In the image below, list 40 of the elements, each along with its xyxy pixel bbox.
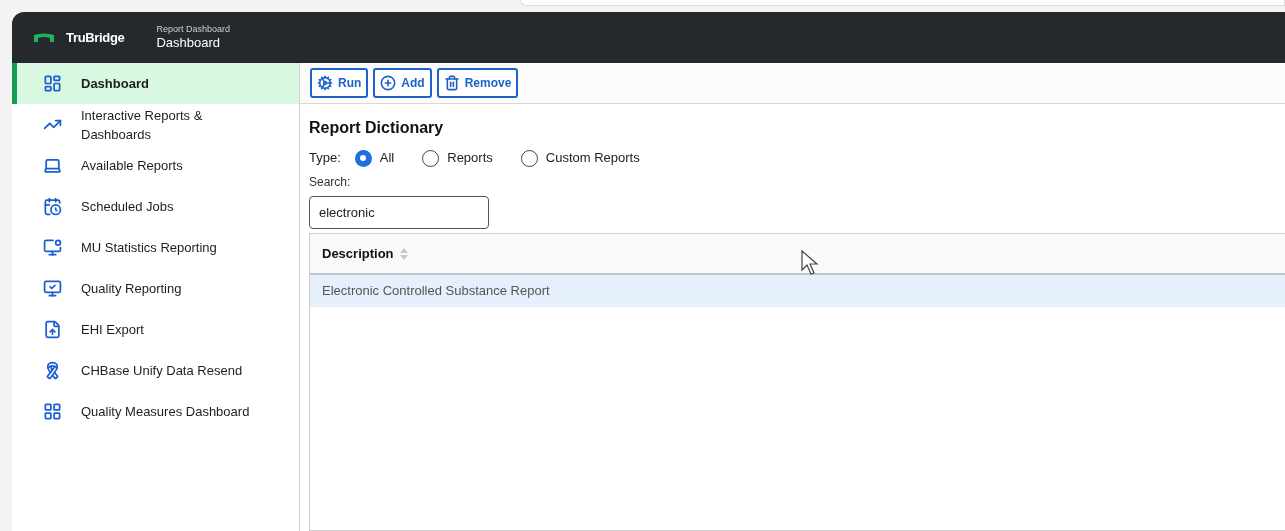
page-title: Dashboard xyxy=(156,35,222,52)
sidebar-item[interactable]: Dashboard xyxy=(12,63,299,104)
table-row[interactable]: Electronic Controlled Substance Report xyxy=(310,275,1285,307)
radio-button[interactable] xyxy=(422,149,440,167)
type-label: Type: xyxy=(309,149,341,168)
trash-icon xyxy=(443,75,460,91)
sidebar-item[interactable]: Interactive Reports & Dashboards xyxy=(12,104,299,145)
grid-icon xyxy=(43,402,62,421)
clock-icon xyxy=(43,197,62,216)
table-cell-text: Electronic Controlled Substance Report xyxy=(322,282,550,301)
toolbar-button[interactable]: Remove xyxy=(436,68,519,98)
sort-icon xyxy=(399,247,408,260)
radio-option[interactable]: Custom Reports xyxy=(520,148,640,168)
sidebar-item[interactable]: Quality Reporting xyxy=(12,268,299,309)
sidebar-item[interactable]: Scheduled Jobs xyxy=(12,186,299,227)
toolbar-button[interactable]: Run xyxy=(310,68,369,98)
brand-name: TruBridge xyxy=(66,28,125,47)
logo-icon xyxy=(34,32,54,43)
dashboard-icon xyxy=(43,74,62,93)
monitor-check-icon xyxy=(43,279,62,298)
export-icon xyxy=(43,320,62,339)
sidebar-item[interactable]: EHI Export xyxy=(12,309,299,350)
radio-option[interactable]: Reports xyxy=(422,148,493,168)
sidebar-item[interactable]: Available Reports xyxy=(12,145,299,186)
radio-button[interactable] xyxy=(520,149,538,167)
radio-button[interactable] xyxy=(354,149,372,167)
gear-icon xyxy=(317,75,333,91)
sidebar-item[interactable]: MU Statistics Reporting xyxy=(12,227,299,268)
section-title: Report Dictionary xyxy=(309,118,445,138)
add-icon xyxy=(380,75,397,91)
monitor-icon xyxy=(43,238,62,257)
search-field[interactable]: electronic xyxy=(309,196,489,229)
toolbar-button[interactable]: Add xyxy=(373,68,432,98)
breadcrumb: Report Dashboard xyxy=(156,23,231,35)
radio-option[interactable]: All xyxy=(354,148,395,168)
column-header[interactable]: Description xyxy=(322,243,408,264)
laptop-icon xyxy=(43,156,62,175)
sidebar-item[interactable]: Quality Measures Dashboard xyxy=(12,391,299,432)
sidebar-item[interactable]: CHBase Unify Data Resend xyxy=(12,350,299,391)
search-label: Search: xyxy=(309,174,352,191)
